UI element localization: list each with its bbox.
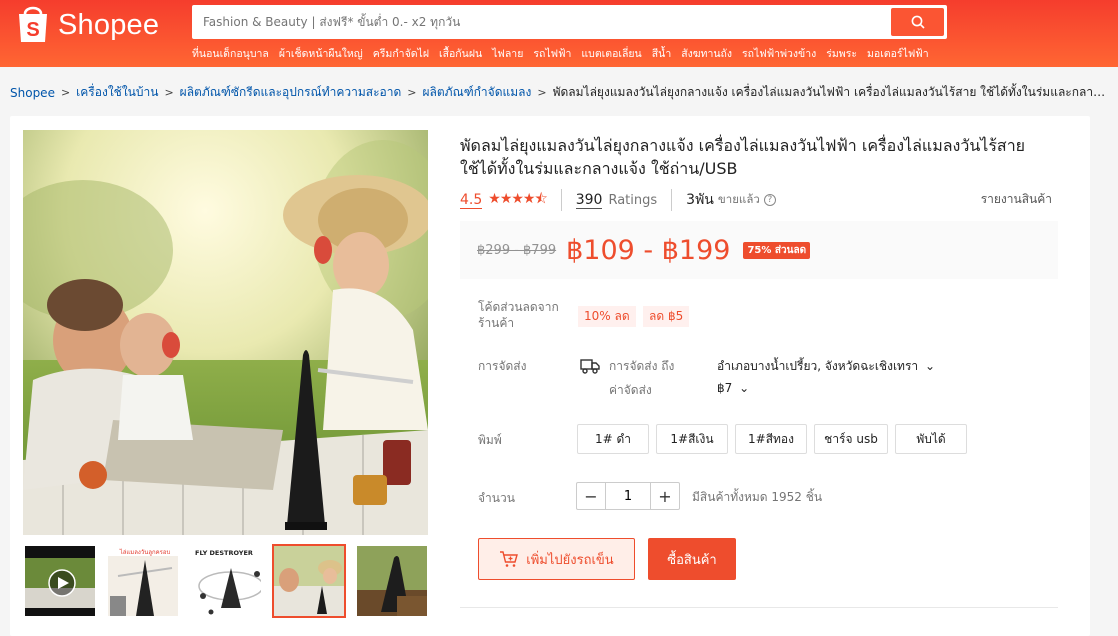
hot-link[interactable]: รถไฟฟ้า xyxy=(533,45,571,62)
add-to-cart-button[interactable]: เพิ่มไปยังรถเข็น xyxy=(478,538,635,580)
svg-text:ไล่แมลงวันลูกครอบ: ไล่แมลงวันลูกครอบ xyxy=(119,548,171,556)
variant-label: พิมพ์ xyxy=(478,433,502,447)
divider xyxy=(460,607,1058,608)
ship-location: อำเภอบางน้ำเปรี้ยว, จังหวัดฉะเชิงเทรา xyxy=(717,359,919,373)
hot-link[interactable]: ร่มพระ xyxy=(826,45,857,62)
trending-keywords: ที่นอนเด็กอนุบาล ผ้าเช็ดหน้าผืนใหญ่ ครีม… xyxy=(192,45,939,62)
quantity-input[interactable] xyxy=(605,483,651,509)
hot-link[interactable]: ไฟลาย xyxy=(492,45,523,62)
ratings-label: Ratings xyxy=(608,192,658,208)
hot-link[interactable]: มอเตอร์ไฟฟ้า xyxy=(867,45,929,62)
ship-to-label: การจัดส่ง ถึง xyxy=(609,359,675,373)
sale-price: ฿109 - ฿199 xyxy=(566,234,731,266)
hot-link[interactable]: สีน้ำ xyxy=(652,45,671,62)
thumbnail-image[interactable]: ไล่แมลงวันลูกครอบ xyxy=(106,544,180,618)
increment-button[interactable]: + xyxy=(651,483,679,509)
thumbnail-strip: ไล่แมลงวันลูกครอบ FLY DESTROYER xyxy=(23,544,429,618)
sold-label: ขายแล้ว xyxy=(717,192,760,206)
shopee-logo[interactable]: S Shopee xyxy=(16,2,159,44)
voucher-tag[interactable]: 10% ลด xyxy=(578,306,636,327)
price-section: ฿299 - ฿799 ฿109 - ฿199 75% ส่วนลด xyxy=(460,221,1058,279)
product-main-image[interactable] xyxy=(23,130,428,535)
hot-link[interactable]: ครีมกำจัดไฝ xyxy=(373,45,429,62)
shipping-fee-select[interactable]: ฿7 ⌄ xyxy=(717,381,749,395)
stock-count: มีสินค้าทั้งหมด 1952 ชิ้น xyxy=(692,490,823,504)
breadcrumb-link[interactable]: เครื่องใช้ในบ้าน xyxy=(76,83,158,102)
truck-icon xyxy=(580,359,600,374)
breadcrumb-link[interactable]: Shopee xyxy=(10,86,55,100)
svg-text:S: S xyxy=(26,19,39,41)
hot-link[interactable]: เสื้อกันฝน xyxy=(439,45,482,62)
variant-option[interactable]: พับได้ xyxy=(895,424,967,454)
chevron-right-icon: > xyxy=(407,86,417,99)
report-product-link[interactable]: รายงานสินค้า xyxy=(981,190,1052,209)
logo-text: Shopee xyxy=(58,8,160,41)
breadcrumb-link[interactable]: ผลิตภัณฑ์กำจัดแมลง xyxy=(422,83,531,102)
buy-now-label: ซื้อสินค้า xyxy=(667,552,717,568)
search-bar xyxy=(192,5,947,39)
product-photo xyxy=(23,130,428,535)
hot-link[interactable]: ผ้าเช็ดหน้าผืนใหญ่ xyxy=(279,45,363,62)
vouchers-label: โค้ดส่วนลดจากร้านค้า xyxy=(478,300,559,330)
top-header: S Shopee ที่นอนเด็กอนุบาล ผ้าเช็ดหน้าผืน… xyxy=(0,0,1118,67)
cart-plus-icon xyxy=(500,551,519,567)
thumbnail-video[interactable] xyxy=(23,544,97,618)
variant-option[interactable]: ชาร์จ usb xyxy=(814,424,888,454)
thumbnail-image[interactable]: FLY DESTROYER xyxy=(189,544,263,618)
thumbnail-image-selected[interactable] xyxy=(272,544,346,618)
product-card: ไล่แมลงวันลูกครอบ FLY DESTROYER พัดลมไล่… xyxy=(10,116,1090,636)
voucher-tag[interactable]: ลด ฿5 xyxy=(643,306,690,327)
chevron-right-icon: > xyxy=(537,86,547,99)
hot-link[interactable]: สังฆทานถัง xyxy=(681,45,732,62)
rating-score[interactable]: 4.5 xyxy=(460,192,483,209)
chevron-right-icon: > xyxy=(60,86,71,99)
hot-link[interactable]: แบตเตอเลี่ยน xyxy=(581,45,641,62)
variant-options: 1# ดำ 1#สีเงิน 1#สีทอง ชาร์จ usb พับได้ xyxy=(577,424,967,454)
hot-link[interactable]: รถไฟฟ้าพ่วงข้าง xyxy=(742,45,816,62)
variant-option[interactable]: 1#สีทอง xyxy=(735,424,807,454)
divider xyxy=(671,189,673,211)
star-rating-icon: ★★★★⯪ xyxy=(488,191,547,207)
divider xyxy=(560,189,562,211)
shipping-fee: ฿7 xyxy=(717,381,733,395)
help-icon[interactable]: ? xyxy=(763,194,776,206)
buy-now-button[interactable]: ซื้อสินค้า xyxy=(648,538,736,580)
variant-option[interactable]: 1#สีเงิน xyxy=(656,424,728,454)
sold-count: 3พัน xyxy=(686,192,714,208)
breadcrumb-current: พัดลมไล่ยุงแมลงวันไล่ยุงกลางแจ้ง เครื่อง… xyxy=(552,85,1110,99)
breadcrumb: Shopee > เครื่องใช้ในบ้าน > ผลิตภัณฑ์ซัก… xyxy=(10,83,1110,102)
shipping-label: การจัดส่ง xyxy=(478,359,527,373)
product-title: พัดลมไล่ยุงแมลงวันไล่ยุงกลางแจ้ง เครื่อง… xyxy=(460,136,1026,178)
svg-text:FLY DESTROYER: FLY DESTROYER xyxy=(195,549,253,557)
shopping-bag-icon: S xyxy=(19,6,47,42)
shipping-fee-label: ค่าจัดส่ง xyxy=(609,383,652,397)
discount-badge: 75% ส่วนลด xyxy=(743,241,811,259)
search-button[interactable] xyxy=(891,8,944,36)
original-price: ฿299 - ฿799 xyxy=(477,242,557,258)
search-icon xyxy=(911,15,925,29)
hot-link[interactable]: ที่นอนเด็กอนุบาล xyxy=(192,45,269,62)
ship-location-select[interactable]: อำเภอบางน้ำเปรี้ยว, จังหวัดฉะเชิงเทรา ⌄ xyxy=(717,357,935,376)
ratings-count[interactable]: 390 xyxy=(575,192,603,209)
breadcrumb-link[interactable]: ผลิตภัณฑ์ซักรีดและอุปกรณ์ทำความสะอาด xyxy=(180,83,402,102)
variant-option[interactable]: 1# ดำ xyxy=(577,424,649,454)
add-to-cart-label: เพิ่มไปยังรถเข็น xyxy=(526,552,614,568)
search-input[interactable] xyxy=(192,5,882,39)
quantity-stepper: − + xyxy=(576,482,680,510)
chevron-down-icon: ⌄ xyxy=(739,381,750,395)
quantity-label: จำนวน xyxy=(478,491,515,505)
chevron-down-icon: ⌄ xyxy=(924,359,936,373)
decrement-button[interactable]: − xyxy=(577,483,605,509)
chevron-right-icon: > xyxy=(164,86,174,99)
product-stats: 4.5 ★★★★⯪ 390 Ratings 3พัน ขายแล้ว ? xyxy=(460,188,776,212)
thumbnail-image[interactable] xyxy=(355,544,429,618)
